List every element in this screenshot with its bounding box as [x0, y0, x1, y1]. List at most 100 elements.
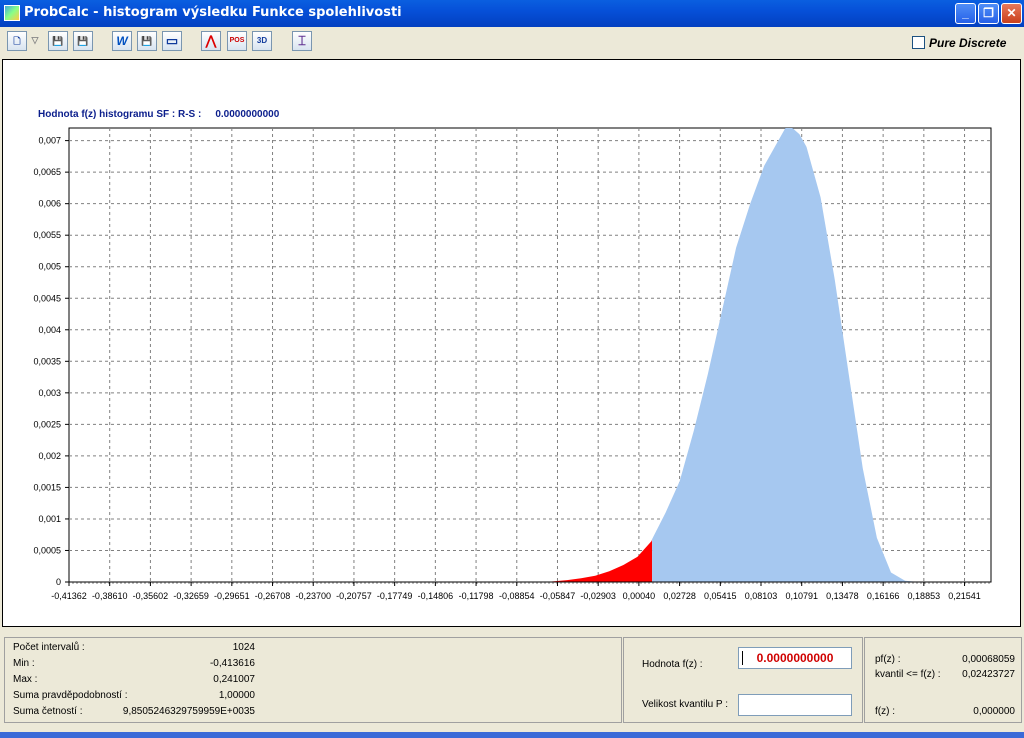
floppy-icon: 💾 — [141, 36, 153, 46]
restore-icon: ❐ — [983, 6, 994, 20]
x-tick-label: 0,10791 — [785, 591, 818, 601]
pure-discrete-label: Pure Discrete — [929, 36, 1007, 50]
x-tick-label: 0,08103 — [745, 591, 778, 601]
text-caret — [742, 651, 743, 665]
x-tick-label: 0,18853 — [908, 591, 941, 601]
y-tick-label: 0,0055 — [33, 230, 61, 240]
x-tick-label: 0,16166 — [867, 591, 900, 601]
x-tick-label: -0,11798 — [459, 591, 494, 601]
y-tick-label: 0,005 — [38, 262, 61, 272]
x-tick-label: -0,14806 — [418, 591, 454, 601]
line-chart-button[interactable]: ⋀ — [201, 31, 221, 51]
y-tick-label: 0,003 — [38, 388, 61, 398]
pure-discrete-checkbox[interactable]: Pure Discrete — [912, 36, 1006, 50]
fz-label: Hodnota f(z) : — [642, 659, 703, 670]
pos-icon: POS — [229, 37, 245, 44]
x-tick-label: -0,02903 — [580, 591, 616, 601]
rectangle-icon: ▭ — [165, 33, 179, 48]
w-icon: W — [116, 34, 128, 48]
dropdown-arrow-icon: ▽ — [31, 35, 39, 45]
stats-panel: Počet intervalů : 1024 Min : -0,413616 Max :… — [4, 637, 622, 723]
stat-value: 0,241007 — [213, 674, 255, 685]
info-area: Počet intervalů : 1024 Min : -0,413616 Max :… — [2, 637, 1022, 725]
new-file-icon: 🗋 — [13, 36, 21, 46]
y-tick-label: 0,0015 — [33, 482, 61, 492]
save-as-icon: 💾 — [77, 36, 89, 46]
y-tick-label: 0,0035 — [33, 356, 61, 366]
x-tick-label: 0,00040 — [623, 591, 656, 601]
pos-button[interactable]: POS — [227, 31, 247, 51]
x-tick-label: -0,35602 — [133, 591, 169, 601]
x-tick-label: 0,05415 — [704, 591, 737, 601]
save-as-button[interactable]: 💾 — [73, 31, 93, 51]
y-tick-label: 0,004 — [38, 325, 61, 335]
save-button[interactable]: 💾 — [48, 31, 68, 51]
x-tick-label: -0,26708 — [255, 591, 291, 601]
y-tick-label: 0,007 — [38, 136, 61, 146]
line-chart-icon: ⋀ — [205, 33, 217, 48]
x-tick-label: -0,23700 — [295, 591, 331, 601]
x-tick-label: 0,21541 — [948, 591, 981, 601]
save-icon: 💾 — [52, 36, 64, 46]
x-tick-label: -0,05847 — [540, 591, 576, 601]
stat-value: 1,00000 — [218, 690, 255, 701]
results-panel: pf(z) : 0,00068059 kvantil <= f(z) : 0,0242… — [864, 637, 1022, 723]
x-tick-label: 0,02728 — [663, 591, 696, 601]
result-label: kvantil <= f(z) : — [875, 669, 941, 680]
controls-panel: Hodnota f(z) : 0.0000000000 Velikost kva… — [623, 637, 863, 723]
checkbox-box[interactable] — [912, 36, 925, 49]
quantile-label: Velikost kvantilu P : — [642, 699, 728, 710]
tool-icon: ⌶ — [298, 33, 306, 48]
rectangle-button[interactable]: ▭ — [162, 31, 182, 51]
close-button[interactable]: ✕ — [1001, 3, 1022, 24]
new-file-button[interactable]: 🗋 — [7, 31, 27, 51]
minimize-icon: _ — [962, 6, 969, 20]
fz-input-value: 0.0000000000 — [756, 651, 834, 665]
result-label: f(z) : — [875, 706, 895, 717]
result-value: 0,02423727 — [962, 669, 1015, 680]
stat-label: Počet intervalů : — [13, 642, 85, 653]
x-tick-label: -0,29651 — [214, 591, 250, 601]
stat-value: 1024 — [232, 642, 255, 653]
y-tick-label: 0,006 — [38, 199, 61, 209]
x-tick-label: -0,32659 — [173, 591, 209, 601]
floppy-button[interactable]: 💾 — [137, 31, 157, 51]
dropdown-button[interactable]: ▽ — [29, 31, 41, 51]
3d-button[interactable]: 3D — [252, 31, 272, 51]
y-tick-label: 0,002 — [38, 451, 61, 461]
tool-button[interactable]: ⌶ — [292, 31, 312, 51]
stat-label: Suma pravděpodobností : — [13, 690, 128, 701]
x-tick-label: 0,13478 — [826, 591, 859, 601]
window-title: ProbCalc - histogram výsledku Funkce spo… — [24, 5, 402, 20]
result-value: 0,00068059 — [962, 654, 1015, 665]
toolbar: 🗋 ▽ 💾 💾 W 💾 ▭ ⋀ POS 3D ⌶ — [0, 27, 1024, 57]
minimize-button[interactable]: _ — [955, 3, 976, 24]
y-tick-label: 0 — [56, 577, 61, 587]
x-tick-label: -0,20757 — [336, 591, 372, 601]
app-icon — [4, 5, 20, 21]
y-tick-label: 0,0045 — [33, 293, 61, 303]
status-strip — [0, 732, 1024, 738]
histogram-panel: Hodnota f(z) histogramu SF : R-S :0.0000… — [2, 59, 1021, 627]
stat-label: Min : — [13, 658, 35, 669]
stat-value: 9,8505246329759959E+0035 — [122, 706, 255, 717]
result-value: 0,000000 — [973, 706, 1015, 717]
y-tick-label: 0,0005 — [33, 545, 61, 555]
stat-value: -0,413616 — [209, 658, 255, 669]
stat-label: Suma četností : — [13, 706, 83, 717]
result-label: pf(z) : — [875, 654, 901, 665]
histogram-chart: 0 0,0005 0,001 0,0015 0,002 0,0025 0,003 0,0035… — [33, 127, 992, 601]
3d-icon: 3D — [256, 36, 268, 45]
y-tick-label: 0,001 — [38, 514, 61, 524]
w-button[interactable]: W — [112, 31, 132, 51]
maximize-button[interactable]: ❐ — [978, 3, 999, 24]
x-tick-label: -0,38610 — [92, 591, 128, 601]
x-tick-label: -0,41362 — [51, 591, 87, 601]
y-tick-label: 0,0025 — [33, 419, 61, 429]
quantile-input[interactable] — [738, 694, 852, 716]
stat-label: Max : — [13, 674, 38, 685]
x-tick-label: -0,17749 — [377, 591, 413, 601]
fz-input[interactable]: 0.0000000000 — [738, 647, 852, 669]
y-tick-label: 0,0065 — [33, 167, 61, 177]
close-icon: ✕ — [1006, 6, 1017, 20]
